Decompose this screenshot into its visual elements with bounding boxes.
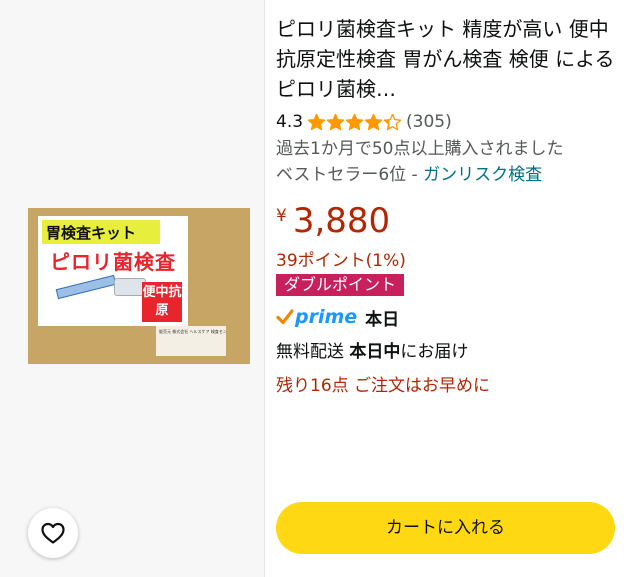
- stock-warning: 残り16点 ご注文はお早めに: [276, 376, 491, 396]
- star-icon: [364, 113, 383, 131]
- price-row: ¥ 3,880: [276, 202, 626, 242]
- box-sticker: 販売元 株式会社 ヘルスケア 検査センター: [156, 326, 226, 356]
- check-icon: [276, 309, 294, 325]
- bestseller-prefix: ベストセラー6位 -: [276, 165, 424, 185]
- product-details: ピロリ菌検査キット 精度が高い 便中抗原定性検査 胃がん検査 検便 による ピロ…: [276, 14, 626, 398]
- divider: [264, 0, 265, 577]
- heart-outline-icon: [41, 522, 65, 544]
- currency-symbol: ¥: [276, 206, 287, 226]
- prime-row: prime 本日: [276, 304, 626, 330]
- delivery-suffix: にお届け: [400, 342, 469, 362]
- bestseller-rank: ベストセラー6位 - ガンリスク検査: [276, 162, 626, 188]
- delivery-info: 無料配送 本日中にお届け: [276, 340, 626, 364]
- prime-logo: prime: [295, 306, 358, 328]
- box-side-label: 便中抗原: [142, 282, 182, 322]
- box-title-text: 胃検査キット: [46, 224, 137, 242]
- price: 3,880: [292, 201, 391, 241]
- box-main-text: ピロリ菌検査: [50, 250, 176, 274]
- prime-delivery-day: 本日: [365, 309, 400, 330]
- box-sticker-text: 販売元 株式会社 ヘルスケア 検査センター: [159, 329, 226, 334]
- product-card[interactable]: 胃検査キット ピロリ菌検査 便中抗原 販売元 株式会社 ヘルスケア 検査センター…: [0, 0, 640, 577]
- add-to-cart-button[interactable]: カートに入れる: [276, 502, 615, 554]
- double-points-badge: ダブルポイント: [276, 274, 405, 296]
- delivery-date: 本日中: [349, 342, 401, 362]
- product-image[interactable]: 胃検査キット ピロリ菌検査 便中抗原 販売元 株式会社 ヘルスケア 検査センター: [28, 208, 250, 364]
- wishlist-button[interactable]: [28, 508, 78, 558]
- star-icon: [326, 113, 345, 131]
- star-rating: [307, 113, 402, 131]
- review-count[interactable]: (305): [406, 112, 452, 132]
- bestseller-category-link[interactable]: ガンリスク検査: [423, 165, 542, 185]
- purchase-note: 過去1か月で50点以上購入されました: [276, 139, 564, 159]
- star-icon: [307, 113, 326, 131]
- rating-value: 4.3: [276, 112, 304, 132]
- product-title[interactable]: ピロリ菌検査キット 精度が高い 便中抗原定性検査 胃がん検査 検便 による ピロ…: [276, 14, 626, 104]
- points-text: 39ポイント(1%): [276, 251, 406, 271]
- star-icon: [345, 113, 364, 131]
- rating-row[interactable]: 4.3 (305): [276, 110, 626, 134]
- delivery-prefix: 無料配送: [276, 342, 350, 362]
- star-icon: [383, 113, 402, 131]
